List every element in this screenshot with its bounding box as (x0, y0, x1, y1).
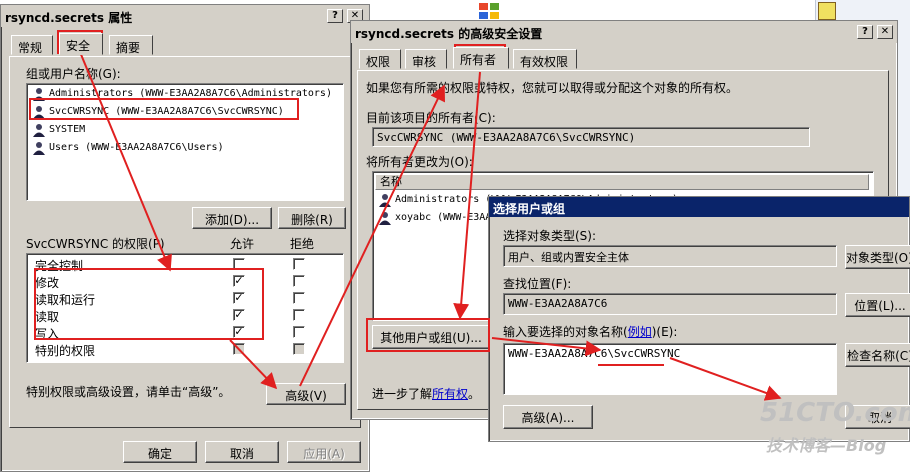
arrow-to-advanced (229, 339, 278, 390)
watermark-site: 51CTO.com (760, 398, 910, 428)
arrow-to-name-input (491, 337, 602, 357)
arrow-to-owner-tab (299, 84, 445, 387)
tab-owner[interactable]: 所有者 (453, 47, 509, 69)
watermark-sub: 技术博客—Blog (766, 436, 887, 455)
arrow-to-other-users (453, 71, 481, 320)
arrow-to-permissions (79, 51, 172, 272)
tab-security[interactable]: 安全 (59, 33, 103, 55)
arrow-to-check-names (669, 357, 782, 401)
